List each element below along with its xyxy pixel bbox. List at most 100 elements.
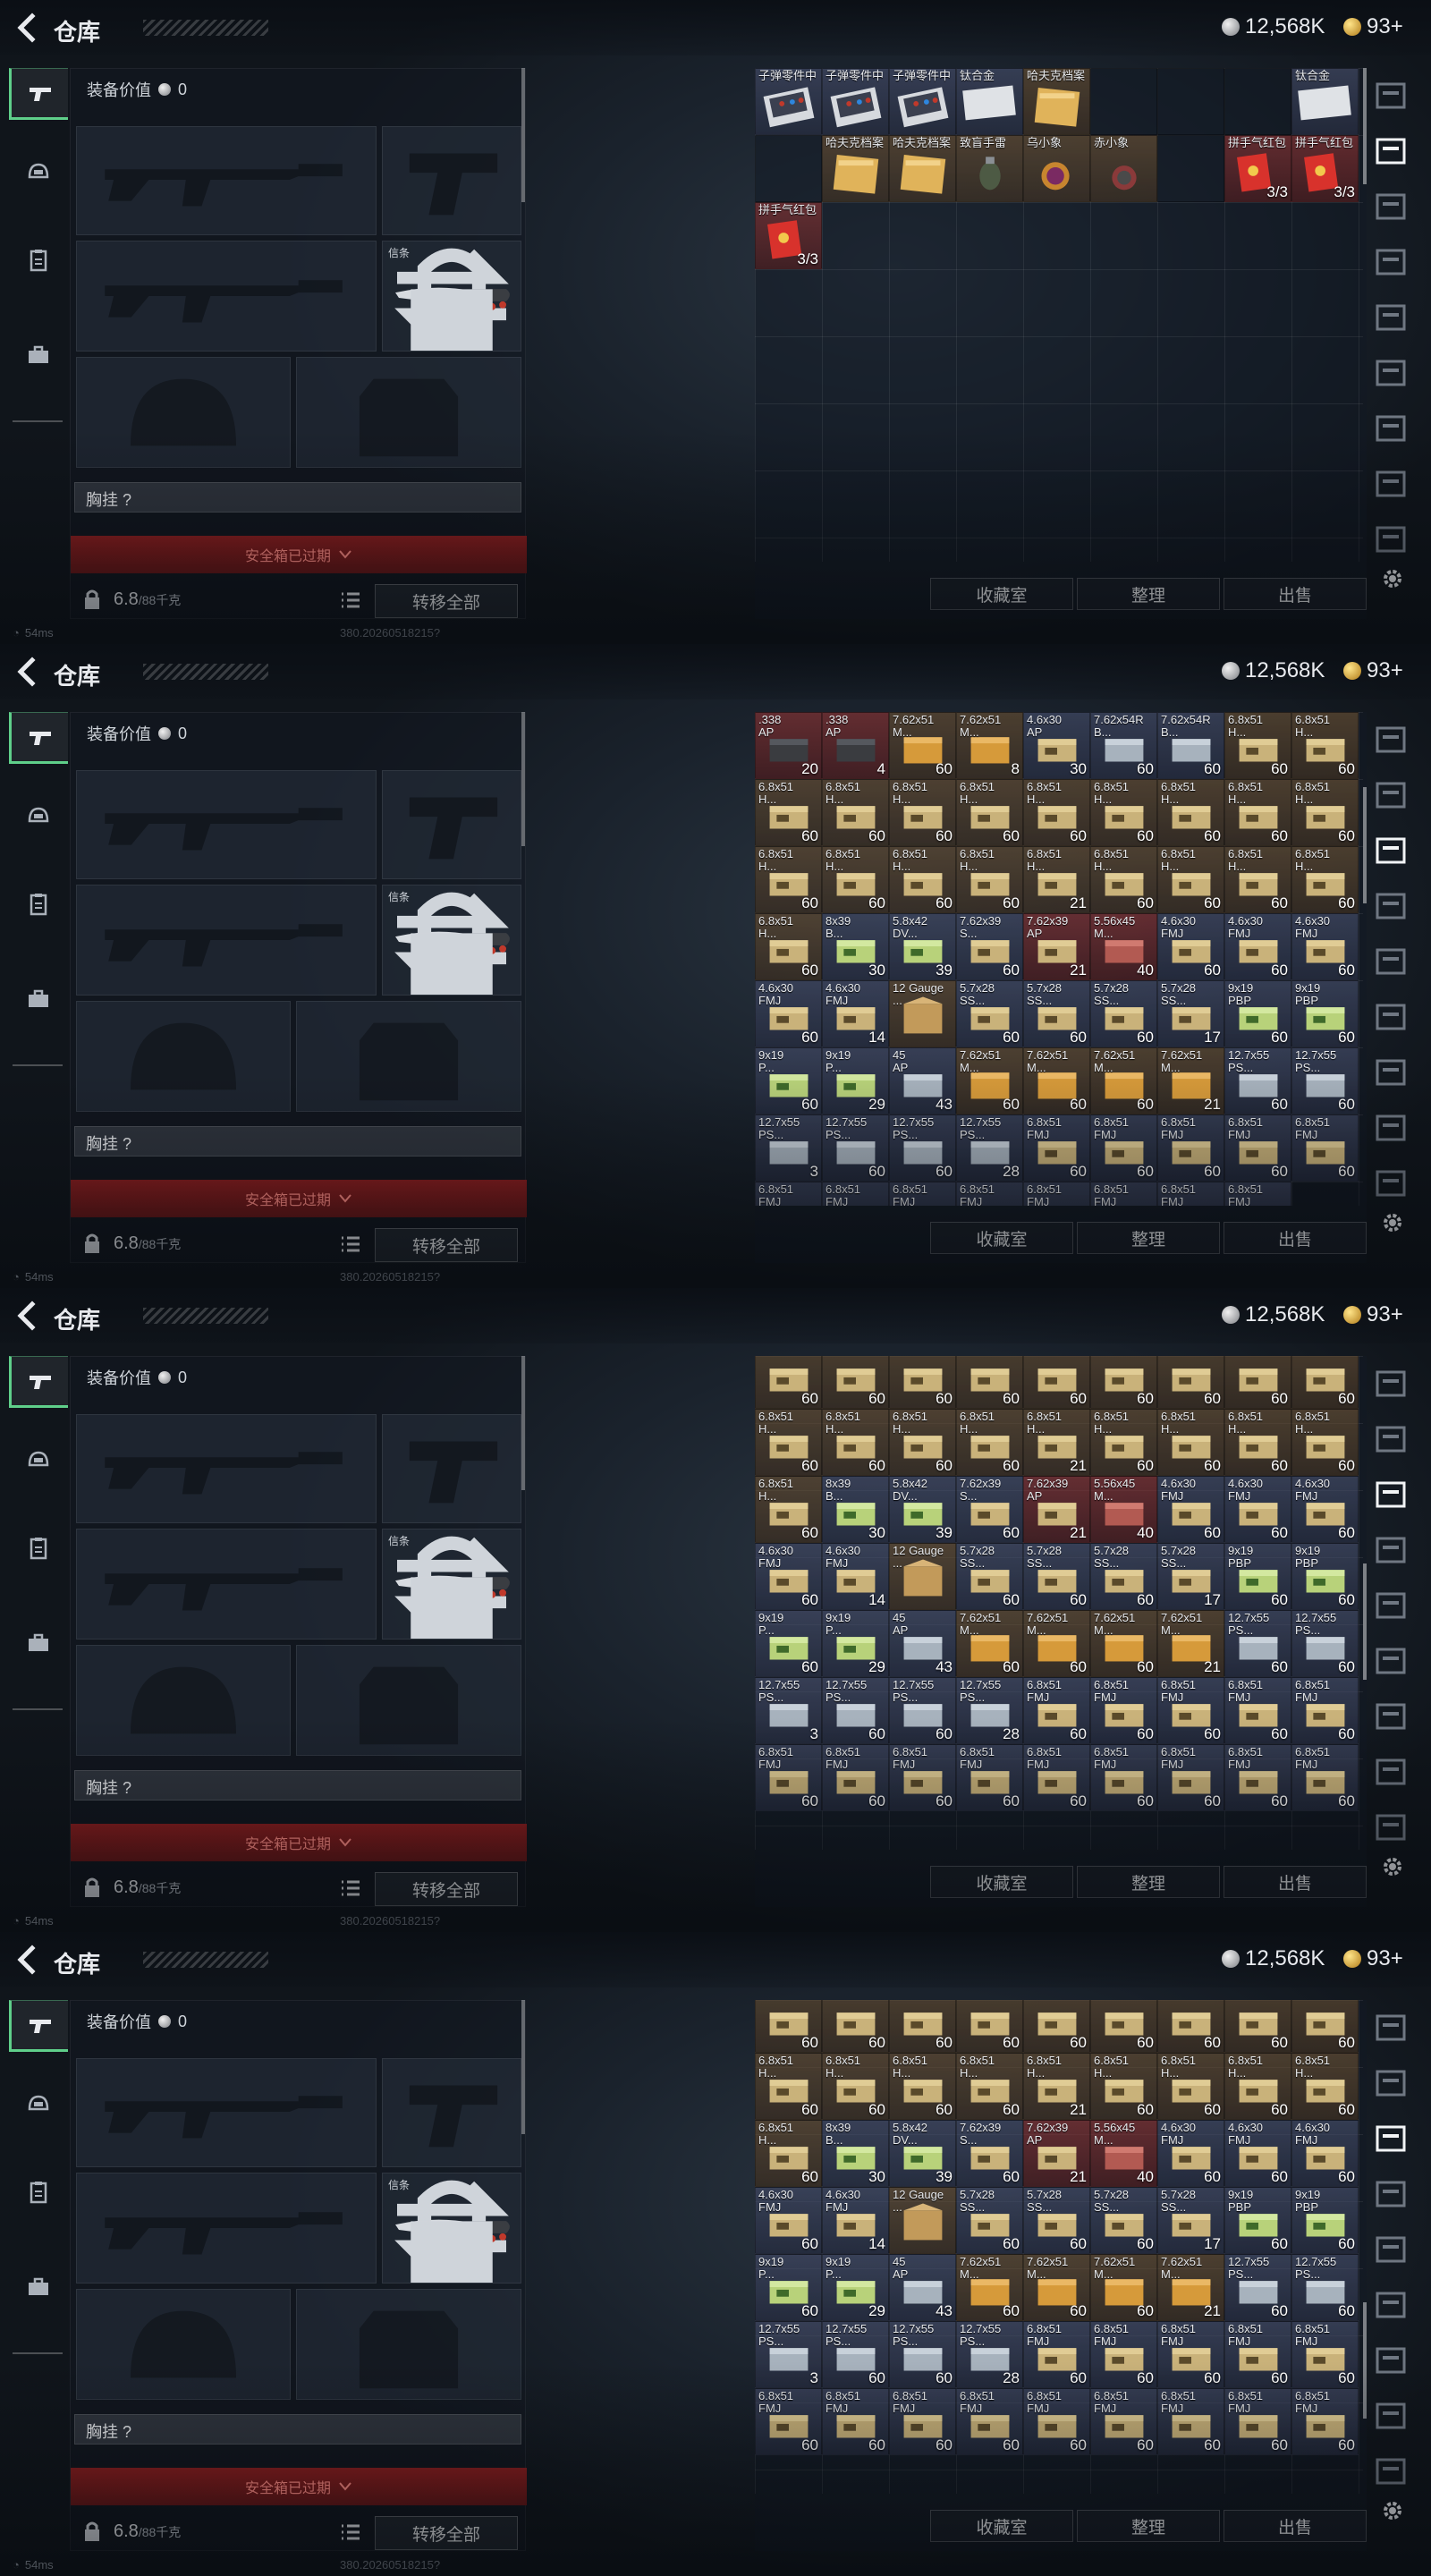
tab-bags[interactable] [9,329,68,381]
storage-page-7-icon[interactable] [1372,1753,1411,1792]
item-cell[interactable]: 45 AP 43 [889,1047,956,1114]
equipment-scrollbar[interactable] [521,68,525,202]
item-cell[interactable]: 5.7x28 SS... 60 [1090,2187,1157,2254]
warehouse-scrollbar[interactable] [1363,2302,1367,2419]
item-cell[interactable]: 子弹零件中 [889,68,956,135]
item-cell[interactable]: 6.8x51 H... 60 [1157,779,1224,846]
item-cell[interactable]: 12.7x55 PS... 28 [956,1114,1023,1182]
storage-page-3-icon[interactable] [1372,243,1411,283]
armor-slot[interactable] [296,2289,521,2400]
item-cell[interactable]: 6.8x51 FMJ [822,1182,889,1206]
tab-bags[interactable] [9,1617,68,1669]
transfer-all-button[interactable]: 转移全部 [375,1228,518,1262]
item-cell[interactable]: 6.8x51 H... 60 [822,846,889,913]
item-cell[interactable]: 7.62x39 AP 21 [1023,2120,1090,2187]
item-cell[interactable]: 6.8x51 H... 60 [1157,846,1224,913]
item-cell[interactable]: 12.7x55 PS... 60 [1224,2254,1291,2321]
item-cell[interactable]: 6.8x51 FMJ 60 [1157,1744,1224,1811]
item-cell[interactable]: 12 Gauge ... [889,1543,956,1610]
item-cell[interactable]: 9x19 PBP 60 [1291,2187,1359,2254]
item-cell[interactable]: 9x19 P... 60 [755,1047,822,1114]
item-cell[interactable]: 6.8x51 FMJ 60 [755,2388,822,2455]
item-cell[interactable]: 6.8x51 H... 60 [755,913,822,980]
item-cell[interactable]: 拼手气红包 3/3 [1224,135,1291,202]
chest-rig-slot[interactable]: 胸挂 ? [74,1126,521,1157]
safe-box-expired-bar[interactable]: 安全箱已过期 [71,2468,527,2505]
empty-cell[interactable] [1224,68,1291,135]
item-cell[interactable]: 拼手气红包 3/3 [755,202,822,269]
tab-weapons[interactable] [9,68,68,120]
storage-page-1-icon[interactable] [1372,2064,1411,2104]
list-icon[interactable] [339,1877,362,1900]
list-icon[interactable] [339,589,362,612]
item-cell[interactable]: 12.7x55 PS... 60 [822,2321,889,2388]
item-cell[interactable]: 6.8x51 FMJ [1090,1182,1157,1206]
sell-button[interactable]: 出售 [1224,2510,1367,2542]
storage-page-3-icon[interactable] [1372,1531,1411,1571]
tab-bags[interactable] [9,973,68,1025]
item-cell[interactable]: 6.8x51 FMJ 60 [1157,1114,1224,1182]
list-icon[interactable] [339,2521,362,2544]
item-cell[interactable]: 6.8x51 H... 60 [1157,1409,1224,1476]
storage-page-1-icon[interactable] [1372,132,1411,172]
item-cell[interactable]: 12.7x55 PS... 3 [755,1677,822,1744]
back-button[interactable] [13,1299,41,1333]
item-cell[interactable]: 9x19 PBP 60 [1224,2187,1291,2254]
item-cell[interactable]: 12.7x55 PS... 3 [755,2321,822,2388]
item-cell[interactable]: 6.8x51 FMJ 60 [956,2388,1023,2455]
tab-armor[interactable] [9,2079,68,2131]
item-cell[interactable]: 4.6x30 FMJ 14 [822,2187,889,2254]
storage-page-5-icon[interactable] [1372,1642,1411,1682]
pistol-slot[interactable] [382,770,521,879]
sort-button[interactable]: 整理 [1077,2510,1220,2542]
item-cell[interactable]: 12.7x55 PS... 60 [889,1677,956,1744]
empty-cell[interactable] [755,135,822,202]
item-cell[interactable]: 12.7x55 PS... 28 [956,2321,1023,2388]
item-cell[interactable]: 6.8x51 H... 60 [1291,846,1359,913]
item-cell[interactable]: 哈夫克档案 [889,135,956,202]
tab-items[interactable] [9,234,68,286]
collection-room-button[interactable]: 收藏室 [930,2510,1073,2542]
back-button[interactable] [13,655,41,689]
melee-slot[interactable]: 信条 [382,1529,521,1640]
item-cell[interactable]: 4.6x30 FMJ 60 [1291,913,1359,980]
item-cell[interactable]: 5.56x45 M... 40 [1090,1476,1157,1543]
tab-weapons[interactable] [9,2000,68,2052]
item-cell[interactable]: 4.6x30 FMJ 60 [1157,1476,1224,1543]
item-cell[interactable]: 6.8x51 FMJ 60 [1224,1677,1291,1744]
item-cell[interactable]: 12.7x55 PS... 3 [755,1114,822,1182]
item-cell[interactable]: 6.8x51 H... 60 [1090,846,1157,913]
tab-armor[interactable] [9,1435,68,1487]
item-cell[interactable]: 哈夫克档案 [1023,68,1090,135]
item-cell[interactable]: 6.8x51 FMJ 60 [1224,1744,1291,1811]
chest-rig-slot[interactable]: 胸挂 ? [74,482,521,513]
tab-weapons[interactable] [9,1356,68,1408]
warehouse-scrollbar[interactable] [1363,1563,1367,1680]
item-cell[interactable]: 9x19 PBP 60 [1291,1543,1359,1610]
tab-bags[interactable] [9,2261,68,2313]
item-cell[interactable]: 7.62x51 M... 60 [1090,2254,1157,2321]
item-cell[interactable]: 6.8x51 FMJ 60 [755,1744,822,1811]
settings-button[interactable] [1379,1209,1406,1236]
item-cell[interactable]: 5.7x28 SS... 60 [1023,1543,1090,1610]
item-cell[interactable]: 60 [1157,2000,1224,2053]
item-cell[interactable]: 12.7x55 PS... 60 [822,1114,889,1182]
item-cell[interactable]: 8x39 B... 30 [822,2120,889,2187]
item-cell[interactable]: 6.8x51 FMJ [755,1182,822,1206]
item-cell[interactable]: 钛合金 [1291,68,1359,135]
item-cell[interactable]: 4.6x30 FMJ 60 [755,2187,822,2254]
item-cell[interactable]: 6.8x51 H... 60 [956,2053,1023,2120]
storage-page-5-icon[interactable] [1372,998,1411,1038]
item-cell[interactable]: 6.8x51 H... 21 [1023,1409,1090,1476]
pistol-slot[interactable] [382,2058,521,2167]
item-cell[interactable]: 5.7x28 SS... 60 [1023,2187,1090,2254]
item-cell[interactable]: 赤小象 [1090,135,1157,202]
item-cell[interactable]: 4.6x30 FMJ 60 [1291,2120,1359,2187]
item-cell[interactable]: 8x39 B... 30 [822,1476,889,1543]
item-cell[interactable]: 7.62x51 M... 21 [1157,2254,1224,2321]
item-cell[interactable]: 4.6x30 FMJ 60 [755,1543,822,1610]
item-cell[interactable]: 5.7x28 SS... 60 [1090,1543,1157,1610]
item-cell[interactable]: 60 [889,2000,956,2053]
item-cell[interactable]: 6.8x51 FMJ 60 [1090,2388,1157,2455]
item-cell[interactable]: 6.8x51 H... 60 [956,846,1023,913]
